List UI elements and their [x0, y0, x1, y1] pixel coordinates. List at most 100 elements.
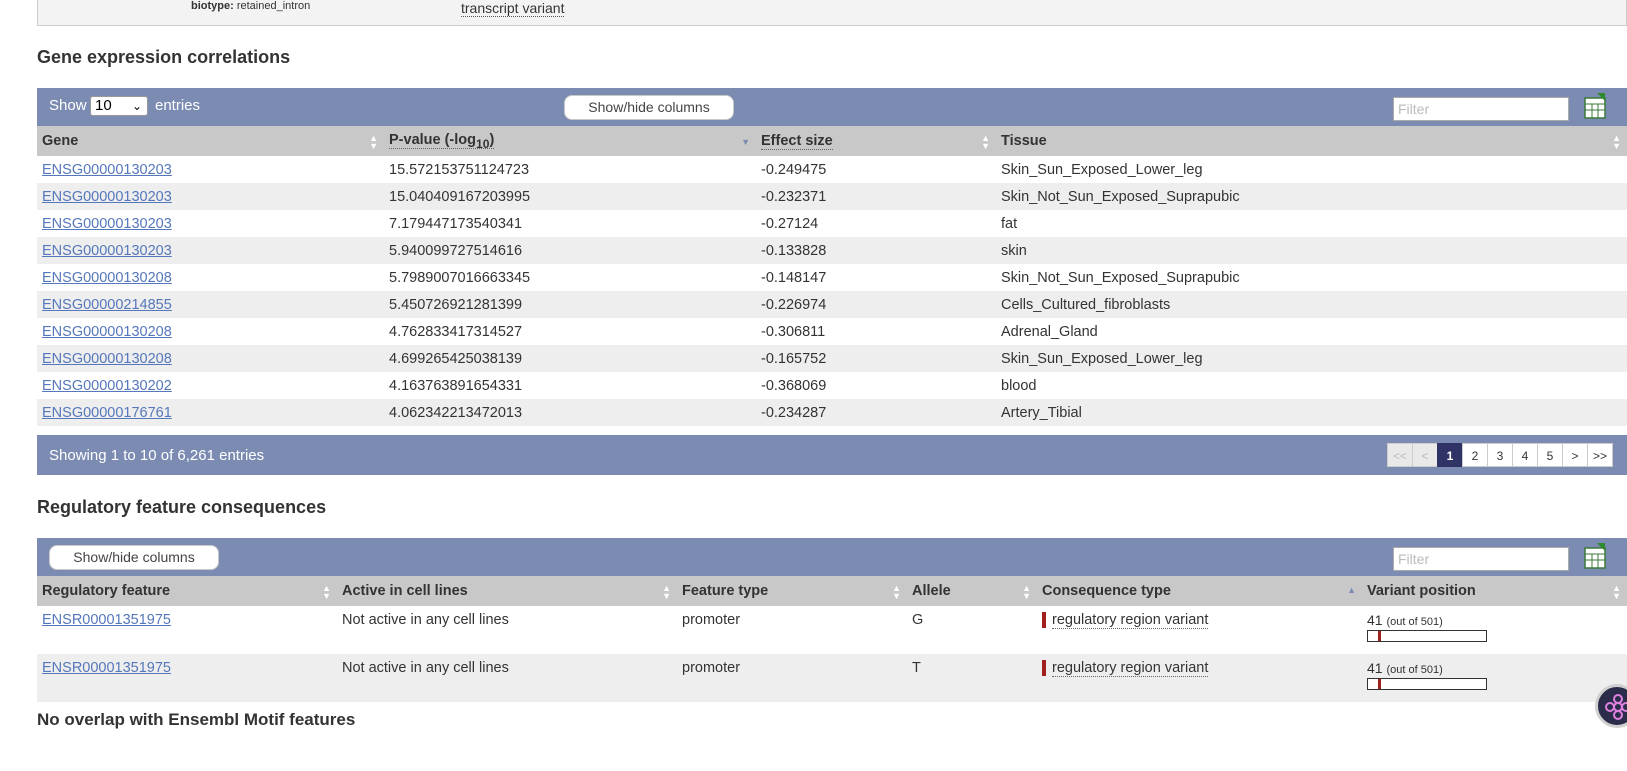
pager-page-2[interactable]: 2: [1462, 443, 1488, 467]
gene-link[interactable]: ENSG00000176761: [42, 405, 172, 421]
table-row: ENSG00000214855 5.450726921281399 -0.22697…: [37, 291, 1627, 318]
show-hide-columns-button[interactable]: Show/hide columns: [564, 95, 734, 120]
consequence-color-swatch: [1042, 660, 1046, 677]
gene-link[interactable]: ENSG00000130203: [42, 189, 172, 205]
effect-size-cell: -0.234287: [756, 399, 996, 426]
entries-label: entries: [155, 97, 201, 114]
gene-link[interactable]: ENSG00000130208: [42, 351, 172, 367]
gene-link[interactable]: ENSG00000130208: [37, 345, 384, 372]
sort-both-icon: ▲ ▼: [981, 133, 990, 151]
pvalue-cell: 15.572153751124723: [384, 156, 756, 183]
pager-next[interactable]: >: [1562, 443, 1588, 467]
gene-link[interactable]: ENSG00000214855: [37, 291, 384, 318]
regulatory-title: Regulatory feature consequences: [37, 497, 327, 517]
column-regulatory-feature[interactable]: Regulatory feature ▲ ▼: [37, 576, 337, 606]
column-variant-position[interactable]: Variant position ▲ ▼: [1362, 576, 1627, 606]
entries-value: 10: [95, 97, 112, 114]
effect-size-cell: -0.249475: [756, 156, 996, 183]
column-pvalue[interactable]: P-value (-log10) ▼: [384, 126, 756, 156]
table-row: ENSG00000130203 7.179447173540341 -0.27124…: [37, 210, 1627, 237]
pager-first[interactable]: <<: [1387, 443, 1413, 467]
gene-link[interactable]: ENSG00000214855: [42, 297, 172, 313]
gene-link[interactable]: ENSG00000176761: [37, 399, 384, 426]
tissue-cell: Adrenal_Gland: [996, 318, 1627, 345]
variant-position-text: 41 (out of 501): [1367, 660, 1622, 676]
gene-link[interactable]: ENSG00000130208: [37, 318, 384, 345]
pager-prev[interactable]: <: [1412, 443, 1438, 467]
pager-page-4[interactable]: 4: [1512, 443, 1538, 467]
tissue-cell: Cells_Cultured_fibroblasts: [996, 291, 1627, 318]
table-row: ENSG00000130202 4.163763891654331 -0.36806…: [37, 372, 1627, 399]
regulatory-feature-cell[interactable]: ENSR00001351975: [37, 654, 337, 702]
table-row: ENSG00000130208 5.7989007016663345 -0.1481…: [37, 264, 1627, 291]
tissue-cell: Skin_Sun_Exposed_Lower_leg: [996, 156, 1627, 183]
ftype-cell: promoter: [677, 654, 907, 702]
sort-both-icon: ▲ ▼: [1022, 583, 1031, 601]
filter-input[interactable]: Filter: [1393, 547, 1569, 571]
export-excel-icon[interactable]: [1583, 543, 1607, 569]
show-hide-columns-button[interactable]: Show/hide columns: [49, 545, 219, 570]
table-row: ENSG00000176761 4.062342213472013 -0.23428…: [37, 399, 1627, 426]
chat-assistant-button[interactable]: [1595, 684, 1627, 728]
motif-title: No overlap with Ensembl Motif features: [37, 710, 356, 729]
pager-page-1[interactable]: 1: [1437, 443, 1463, 467]
gene-link[interactable]: ENSG00000130203: [37, 156, 384, 183]
sort-both-icon: ▲ ▼: [369, 133, 378, 151]
previous-section-tail: biotype: retained_intron transcript vari…: [37, 0, 1627, 26]
regulatory-feature-link[interactable]: ENSR00001351975: [42, 660, 171, 676]
variant-position-bar: [1367, 630, 1487, 642]
tissue-cell: skin: [996, 237, 1627, 264]
consequence-term[interactable]: regulatory region variant: [1052, 612, 1209, 629]
effect-size-cell: -0.165752: [756, 345, 996, 372]
filter-input[interactable]: Filter: [1393, 97, 1569, 121]
column-allele[interactable]: Allele ▲ ▼: [907, 576, 1037, 606]
sort-both-icon: ▲ ▼: [322, 583, 331, 601]
gene-link[interactable]: ENSG00000130208: [37, 264, 384, 291]
pager-page-3[interactable]: 3: [1487, 443, 1513, 467]
table-header-row: Gene ▲ ▼ P-value (-log10) ▼ Effect size ▲…: [37, 126, 1627, 156]
regulatory-table: Regulatory feature ▲ ▼ Active in cell lin…: [37, 576, 1627, 702]
allele-cell: G: [907, 606, 1037, 654]
effect-size-cell: -0.226974: [756, 291, 996, 318]
column-effect-size[interactable]: Effect size ▲ ▼: [756, 126, 996, 156]
gene-link[interactable]: ENSG00000130203: [42, 243, 172, 259]
regulatory-feature-cell[interactable]: ENSR00001351975: [37, 606, 337, 654]
pager-page-5[interactable]: 5: [1537, 443, 1563, 467]
column-active-cell-lines[interactable]: Active in cell lines ▲ ▼: [337, 576, 677, 606]
column-gene[interactable]: Gene ▲ ▼: [37, 126, 384, 156]
export-excel-icon[interactable]: [1583, 93, 1607, 119]
pvalue-cell: 4.062342213472013: [384, 399, 756, 426]
column-tissue[interactable]: Tissue ▲ ▼: [996, 126, 1627, 156]
entries-select[interactable]: 10 ⌄: [90, 96, 148, 116]
variant-position-cell: 41 (out of 501): [1362, 654, 1627, 702]
gene-link[interactable]: ENSG00000130208: [42, 324, 172, 340]
biotype-label: biotype:: [191, 0, 234, 12]
column-feature-type[interactable]: Feature type ▲ ▼: [677, 576, 907, 606]
tissue-cell: fat: [996, 210, 1627, 237]
effect-size-cell: -0.27124: [756, 210, 996, 237]
gene-link[interactable]: ENSG00000130202: [37, 372, 384, 399]
sort-asc-icon: ▲: [1347, 585, 1356, 595]
gene-link[interactable]: ENSG00000130208: [42, 270, 172, 286]
transcript-variant-term[interactable]: transcript variant: [461, 0, 565, 17]
gene-link[interactable]: ENSG00000130202: [42, 378, 172, 394]
gene-link[interactable]: ENSG00000130203: [37, 183, 384, 210]
gene-expression-footer: Showing 1 to 10 of 6,261 entries << < 1 …: [37, 435, 1627, 475]
pvalue-cell: 5.450726921281399: [384, 291, 756, 318]
column-consequence-type[interactable]: Consequence type ▲: [1037, 576, 1362, 606]
tissue-cell: blood: [996, 372, 1627, 399]
gene-link[interactable]: ENSG00000130203: [42, 162, 172, 178]
table-row: ENSG00000130203 15.572153751124723 -0.2494…: [37, 156, 1627, 183]
gene-expression-table: Gene ▲ ▼ P-value (-log10) ▼ Effect size ▲…: [37, 126, 1627, 426]
gene-expression-toolbar: Show 10 ⌄ entries Show/hide columns Filt…: [37, 88, 1627, 126]
chevron-down-icon: ⌄: [131, 99, 142, 113]
consequence-term[interactable]: regulatory region variant: [1052, 660, 1209, 677]
active-cell: Not active in any cell lines: [337, 654, 677, 702]
pager-last[interactable]: >>: [1587, 443, 1613, 467]
regulatory-feature-link[interactable]: ENSR00001351975: [42, 612, 171, 628]
consequence-color-swatch: [1042, 612, 1046, 629]
gene-link[interactable]: ENSG00000130203: [37, 210, 384, 237]
table-header-row: Regulatory feature ▲ ▼ Active in cell lin…: [37, 576, 1627, 606]
gene-link[interactable]: ENSG00000130203: [42, 216, 172, 232]
gene-link[interactable]: ENSG00000130203: [37, 237, 384, 264]
